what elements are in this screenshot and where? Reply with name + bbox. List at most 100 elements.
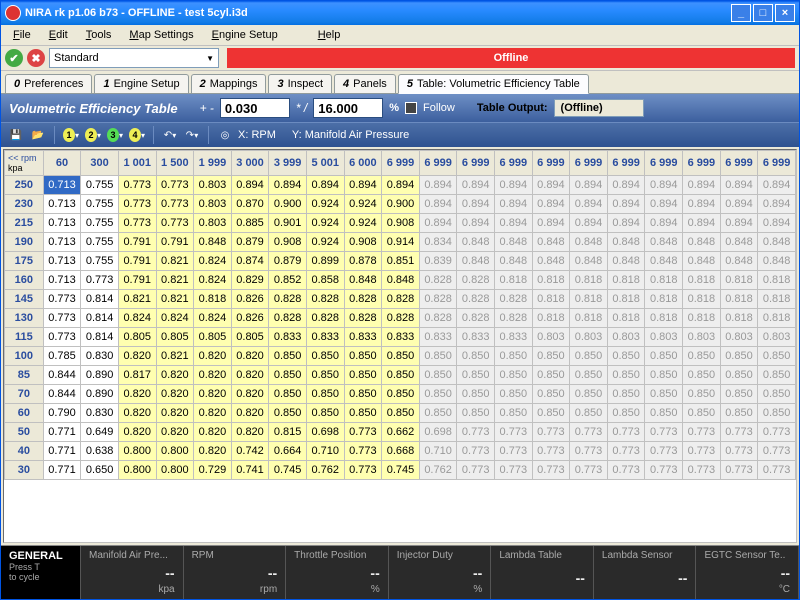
cell[interactable]: 0.818 — [758, 309, 796, 328]
cell[interactable]: 0.833 — [495, 328, 533, 347]
cell[interactable]: 0.818 — [194, 290, 232, 309]
cell[interactable]: 0.914 — [382, 233, 420, 252]
cell[interactable]: 0.848 — [495, 233, 533, 252]
col-header[interactable]: 60 — [43, 151, 81, 176]
cell[interactable]: 0.698 — [306, 423, 344, 442]
cell[interactable]: 0.850 — [532, 366, 570, 385]
cell[interactable]: 0.771 — [43, 461, 81, 480]
cell[interactable]: 0.820 — [194, 404, 232, 423]
cell[interactable]: 0.828 — [495, 309, 533, 328]
cell[interactable]: 0.713 — [43, 252, 81, 271]
col-header[interactable]: 6 999 — [683, 151, 721, 176]
cell[interactable]: 0.894 — [758, 214, 796, 233]
cell[interactable]: 0.879 — [231, 233, 269, 252]
cell[interactable]: 0.908 — [382, 214, 420, 233]
cell[interactable]: 0.850 — [532, 385, 570, 404]
cell[interactable]: 0.900 — [382, 195, 420, 214]
cell[interactable]: 0.850 — [457, 366, 495, 385]
plusminus-input[interactable] — [220, 98, 290, 118]
cell[interactable]: 0.850 — [344, 385, 382, 404]
row-header[interactable]: 145 — [5, 290, 44, 309]
cell[interactable]: 0.824 — [118, 309, 156, 328]
cell[interactable]: 0.773 — [683, 461, 721, 480]
cell[interactable]: 0.848 — [382, 271, 420, 290]
cell[interactable]: 0.773 — [607, 442, 645, 461]
cell[interactable]: 0.773 — [156, 176, 194, 195]
cell[interactable]: 0.710 — [306, 442, 344, 461]
col-header[interactable]: 6 999 — [495, 151, 533, 176]
cell[interactable]: 0.908 — [344, 233, 382, 252]
row-header[interactable]: 100 — [5, 347, 44, 366]
cell[interactable]: 0.901 — [269, 214, 307, 233]
row-header[interactable]: 60 — [5, 404, 44, 423]
cell[interactable]: 0.820 — [231, 404, 269, 423]
row-header[interactable]: 175 — [5, 252, 44, 271]
cell[interactable]: 0.745 — [382, 461, 420, 480]
cell[interactable]: 0.894 — [306, 176, 344, 195]
cell[interactable]: 0.820 — [156, 423, 194, 442]
cell[interactable]: 0.828 — [306, 290, 344, 309]
preset-2-button[interactable]: 2 — [84, 126, 102, 144]
cell[interactable]: 0.773 — [43, 290, 81, 309]
cell[interactable]: 0.818 — [758, 290, 796, 309]
cell[interactable]: 0.839 — [419, 252, 457, 271]
cell[interactable]: 0.894 — [419, 214, 457, 233]
cell[interactable]: 0.894 — [720, 176, 758, 195]
cell[interactable]: 0.773 — [570, 423, 608, 442]
cell[interactable]: 0.850 — [457, 385, 495, 404]
ve-table-scroll[interactable]: << rpmkpa603001 0011 5001 9993 0003 9995… — [3, 149, 797, 543]
cell[interactable]: 0.773 — [645, 461, 683, 480]
menu-edit[interactable]: Edit — [41, 27, 76, 43]
cell[interactable]: 0.818 — [645, 290, 683, 309]
cell[interactable]: 0.773 — [570, 461, 608, 480]
cell[interactable]: 0.773 — [607, 423, 645, 442]
cell[interactable]: 0.790 — [43, 404, 81, 423]
connect-button[interactable]: ✔ — [5, 49, 23, 67]
cell[interactable]: 0.824 — [194, 309, 232, 328]
cell[interactable]: 0.848 — [194, 233, 232, 252]
col-header[interactable]: 3 999 — [269, 151, 307, 176]
close-button[interactable]: × — [775, 4, 795, 22]
cell[interactable]: 0.850 — [645, 385, 683, 404]
cell[interactable]: 0.850 — [607, 385, 645, 404]
cell[interactable]: 0.818 — [495, 271, 533, 290]
col-header[interactable]: 6 000 — [344, 151, 382, 176]
cell[interactable]: 0.762 — [306, 461, 344, 480]
cell[interactable]: 0.852 — [269, 271, 307, 290]
cell[interactable]: 0.829 — [231, 271, 269, 290]
cell[interactable]: 0.803 — [194, 195, 232, 214]
cell[interactable]: 0.800 — [118, 461, 156, 480]
preset-4-button[interactable]: 4 — [128, 126, 146, 144]
cell[interactable]: 0.894 — [495, 176, 533, 195]
cell[interactable]: 0.850 — [306, 347, 344, 366]
cell[interactable]: 0.828 — [419, 271, 457, 290]
cell[interactable]: 0.828 — [419, 309, 457, 328]
cell[interactable]: 0.755 — [81, 233, 119, 252]
cell[interactable]: 0.824 — [194, 252, 232, 271]
col-header[interactable]: 1 001 — [118, 151, 156, 176]
cell[interactable]: 0.828 — [344, 309, 382, 328]
col-header[interactable]: 300 — [81, 151, 119, 176]
cell[interactable]: 0.745 — [269, 461, 307, 480]
cell[interactable]: 0.824 — [156, 309, 194, 328]
cell[interactable]: 0.818 — [607, 309, 645, 328]
col-header[interactable]: 1 999 — [194, 151, 232, 176]
cell[interactable]: 0.850 — [570, 404, 608, 423]
cell[interactable]: 0.885 — [231, 214, 269, 233]
cell[interactable]: 0.818 — [532, 309, 570, 328]
row-header[interactable]: 215 — [5, 214, 44, 233]
cell[interactable]: 0.817 — [118, 366, 156, 385]
cell[interactable]: 0.820 — [231, 385, 269, 404]
cell[interactable]: 0.850 — [419, 347, 457, 366]
cell[interactable]: 0.805 — [118, 328, 156, 347]
cell[interactable]: 0.833 — [344, 328, 382, 347]
cell[interactable]: 0.773 — [758, 461, 796, 480]
cell[interactable]: 0.773 — [532, 423, 570, 442]
cell[interactable]: 0.850 — [532, 347, 570, 366]
cell[interactable]: 0.803 — [720, 328, 758, 347]
cell[interactable]: 0.874 — [231, 252, 269, 271]
cell[interactable]: 0.894 — [231, 176, 269, 195]
open-button[interactable]: 📂 — [29, 126, 47, 144]
cell[interactable]: 0.773 — [118, 176, 156, 195]
cell[interactable]: 0.713 — [43, 233, 81, 252]
